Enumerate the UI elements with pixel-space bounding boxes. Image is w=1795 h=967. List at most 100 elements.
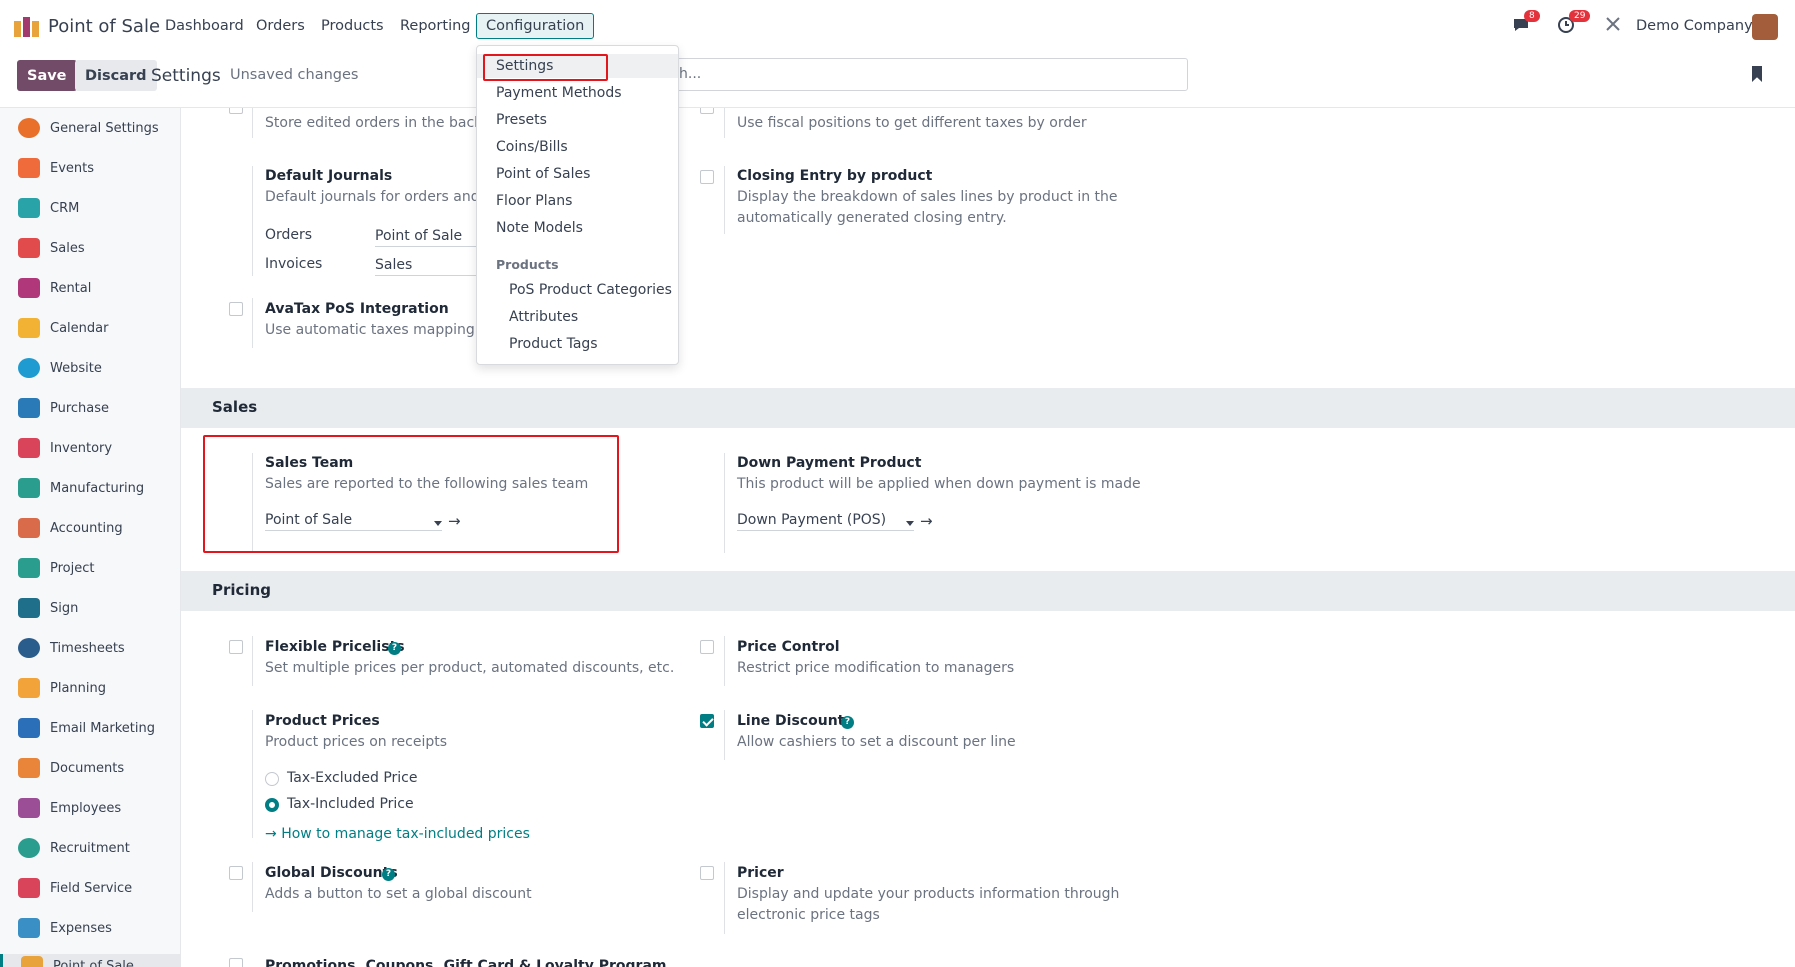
flexible-pricelists-checkbox[interactable] bbox=[229, 640, 243, 654]
sidebar-item-planning[interactable]: Planning bbox=[18, 676, 106, 700]
unsaved-status: Unsaved changes bbox=[230, 67, 359, 83]
tax-included-radio[interactable] bbox=[265, 798, 279, 812]
sidebar-item-inventory[interactable]: Inventory bbox=[18, 436, 112, 460]
sidebar-label: Inventory bbox=[50, 440, 113, 456]
sidebar-item-website[interactable]: Website bbox=[18, 356, 102, 380]
sidebar-item-manufacturing[interactable]: Manufacturing bbox=[18, 476, 144, 500]
line-discounts-title: Line Discounts bbox=[737, 713, 853, 729]
invoices-journal-label: Invoices bbox=[265, 256, 323, 272]
app-name[interactable]: Point of Sale bbox=[48, 16, 160, 37]
sidebar-item-accounting[interactable]: Accounting bbox=[18, 516, 123, 540]
help-icon[interactable]: ? bbox=[382, 868, 395, 881]
discard-button[interactable]: Discard bbox=[75, 60, 157, 91]
promotions-checkbox[interactable] bbox=[229, 958, 243, 967]
sidebar-label: Project bbox=[50, 560, 95, 576]
avatax-checkbox[interactable] bbox=[229, 302, 243, 316]
menu-item-attributes[interactable]: Attributes bbox=[509, 309, 578, 325]
search-input[interactable]: h... bbox=[620, 58, 1188, 91]
global-discounts-checkbox[interactable] bbox=[229, 866, 243, 880]
timesheets-icon bbox=[18, 638, 40, 658]
sidebar-label: Point of Sale bbox=[53, 958, 134, 967]
sidebar-item-timesheets[interactable]: Timesheets bbox=[18, 636, 125, 660]
sidebar-label: Calendar bbox=[50, 320, 109, 336]
sidebar-label: Email Marketing bbox=[50, 720, 155, 736]
bookmark-icon[interactable] bbox=[1752, 66, 1762, 82]
price-control-checkbox[interactable] bbox=[700, 640, 714, 654]
tax-excluded-label[interactable]: Tax-Excluded Price bbox=[287, 770, 417, 786]
tax-excluded-radio[interactable] bbox=[265, 772, 279, 786]
orders-journal-field[interactable]: Point of Sale bbox=[375, 228, 485, 247]
menu-item-floor-plans[interactable]: Floor Plans bbox=[496, 193, 572, 209]
sidebar-item-rental[interactable]: Rental bbox=[18, 276, 91, 300]
tools-icon[interactable] bbox=[1605, 16, 1621, 36]
divider bbox=[252, 710, 253, 838]
tax-help-link-label[interactable]: How to manage tax-included prices bbox=[281, 826, 530, 842]
activity-clock-icon[interactable]: 29 bbox=[1557, 10, 1591, 38]
nav-reporting[interactable]: Reporting bbox=[400, 18, 471, 34]
sidebar-item-crm[interactable]: CRM bbox=[18, 196, 79, 220]
sidebar-item-purchase[interactable]: Purchase bbox=[18, 396, 109, 420]
menu-item-pos-product-categories[interactable]: PoS Product Categories bbox=[509, 282, 672, 298]
chat-icon[interactable]: 8 bbox=[1512, 10, 1540, 38]
pos-app-icon[interactable] bbox=[14, 17, 40, 37]
company-switcher[interactable]: Demo Company bbox=[1636, 18, 1753, 34]
sidebar-item-events[interactable]: Events bbox=[18, 156, 94, 180]
sidebar-item-email-marketing[interactable]: Email Marketing bbox=[18, 716, 155, 740]
save-button[interactable]: Save bbox=[17, 60, 77, 91]
sidebar-item-calendar[interactable]: Calendar bbox=[18, 316, 108, 340]
closing-entry-checkbox[interactable] bbox=[700, 170, 714, 184]
fiscal-positions-checkbox[interactable] bbox=[700, 108, 714, 114]
sign-icon bbox=[18, 598, 40, 618]
global-discounts-title: Global Discounts bbox=[265, 865, 398, 881]
events-icon bbox=[18, 158, 40, 178]
tax-help-link[interactable]: → How to manage tax-included prices bbox=[265, 826, 530, 842]
nav-dashboard[interactable]: Dashboard bbox=[165, 18, 244, 34]
email-marketing-icon bbox=[18, 718, 40, 738]
sidebar-item-field-service[interactable]: Field Service bbox=[18, 876, 132, 900]
sidebar-label: Field Service bbox=[50, 880, 133, 896]
price-control-title: Price Control bbox=[737, 639, 840, 655]
nav-orders[interactable]: Orders bbox=[256, 18, 305, 34]
sidebar-item-point-of-sale[interactable]: Point of Sale bbox=[0, 954, 180, 967]
menu-item-note-models[interactable]: Note Models bbox=[496, 220, 583, 236]
fiscal-positions-desc: Use fiscal positions to get different ta… bbox=[737, 115, 1087, 131]
sidebar-item-employees[interactable]: Employees bbox=[18, 796, 121, 820]
product-prices-desc: Product prices on receipts bbox=[265, 734, 448, 750]
menu-item-coins-bills[interactable]: Coins/Bills bbox=[496, 139, 568, 155]
menu-item-product-tags[interactable]: Product Tags bbox=[509, 336, 598, 352]
help-icon[interactable]: ? bbox=[388, 642, 401, 655]
arrow-right-icon[interactable]: → bbox=[920, 512, 933, 530]
pricer-checkbox[interactable] bbox=[700, 866, 714, 880]
sidebar-item-recruitment[interactable]: Recruitment bbox=[18, 836, 130, 860]
line-discounts-checkbox[interactable] bbox=[700, 714, 714, 728]
nav-products[interactable]: Products bbox=[321, 18, 384, 34]
highlight-box bbox=[483, 54, 608, 81]
nav-configuration[interactable]: Configuration bbox=[476, 13, 595, 39]
menu-item-payment-methods[interactable]: Payment Methods bbox=[496, 85, 622, 101]
sidebar-label: Sign bbox=[50, 600, 79, 616]
sidebar-item-sign[interactable]: Sign bbox=[18, 596, 78, 620]
sidebar-item-sales[interactable]: Sales bbox=[18, 236, 85, 260]
sidebar-item-project[interactable]: Project bbox=[18, 556, 94, 580]
divider bbox=[724, 862, 725, 934]
sidebar-label: Documents bbox=[50, 760, 125, 776]
configuration-dropdown: Settings Payment Methods Presets Coins/B… bbox=[476, 45, 679, 365]
general-settings-icon bbox=[18, 118, 40, 138]
chevron-down-icon[interactable] bbox=[906, 521, 914, 526]
sidebar-item-general-settings[interactable]: General Settings bbox=[18, 116, 159, 140]
avatax-desc: Use automatic taxes mapping wit bbox=[265, 322, 501, 338]
menu-item-point-of-sales[interactable]: Point of Sales bbox=[496, 166, 590, 182]
user-avatar[interactable] bbox=[1752, 14, 1778, 40]
store-orders-checkbox[interactable] bbox=[229, 108, 243, 114]
invoices-journal-field[interactable]: Sales bbox=[375, 257, 485, 276]
menu-item-presets[interactable]: Presets bbox=[496, 112, 547, 128]
website-icon bbox=[18, 358, 40, 378]
down-payment-field[interactable]: Down Payment (POS) bbox=[737, 512, 914, 531]
sidebar-item-documents[interactable]: Documents bbox=[18, 756, 124, 780]
sidebar-item-expenses[interactable]: Expenses bbox=[18, 916, 112, 940]
sidebar-label: Sales bbox=[50, 240, 85, 256]
control-panel: Save Discard Settings Unsaved changes h.… bbox=[0, 54, 1795, 108]
help-icon[interactable]: ? bbox=[841, 716, 854, 729]
divider bbox=[252, 166, 253, 276]
tax-included-label[interactable]: Tax-Included Price bbox=[287, 796, 414, 812]
